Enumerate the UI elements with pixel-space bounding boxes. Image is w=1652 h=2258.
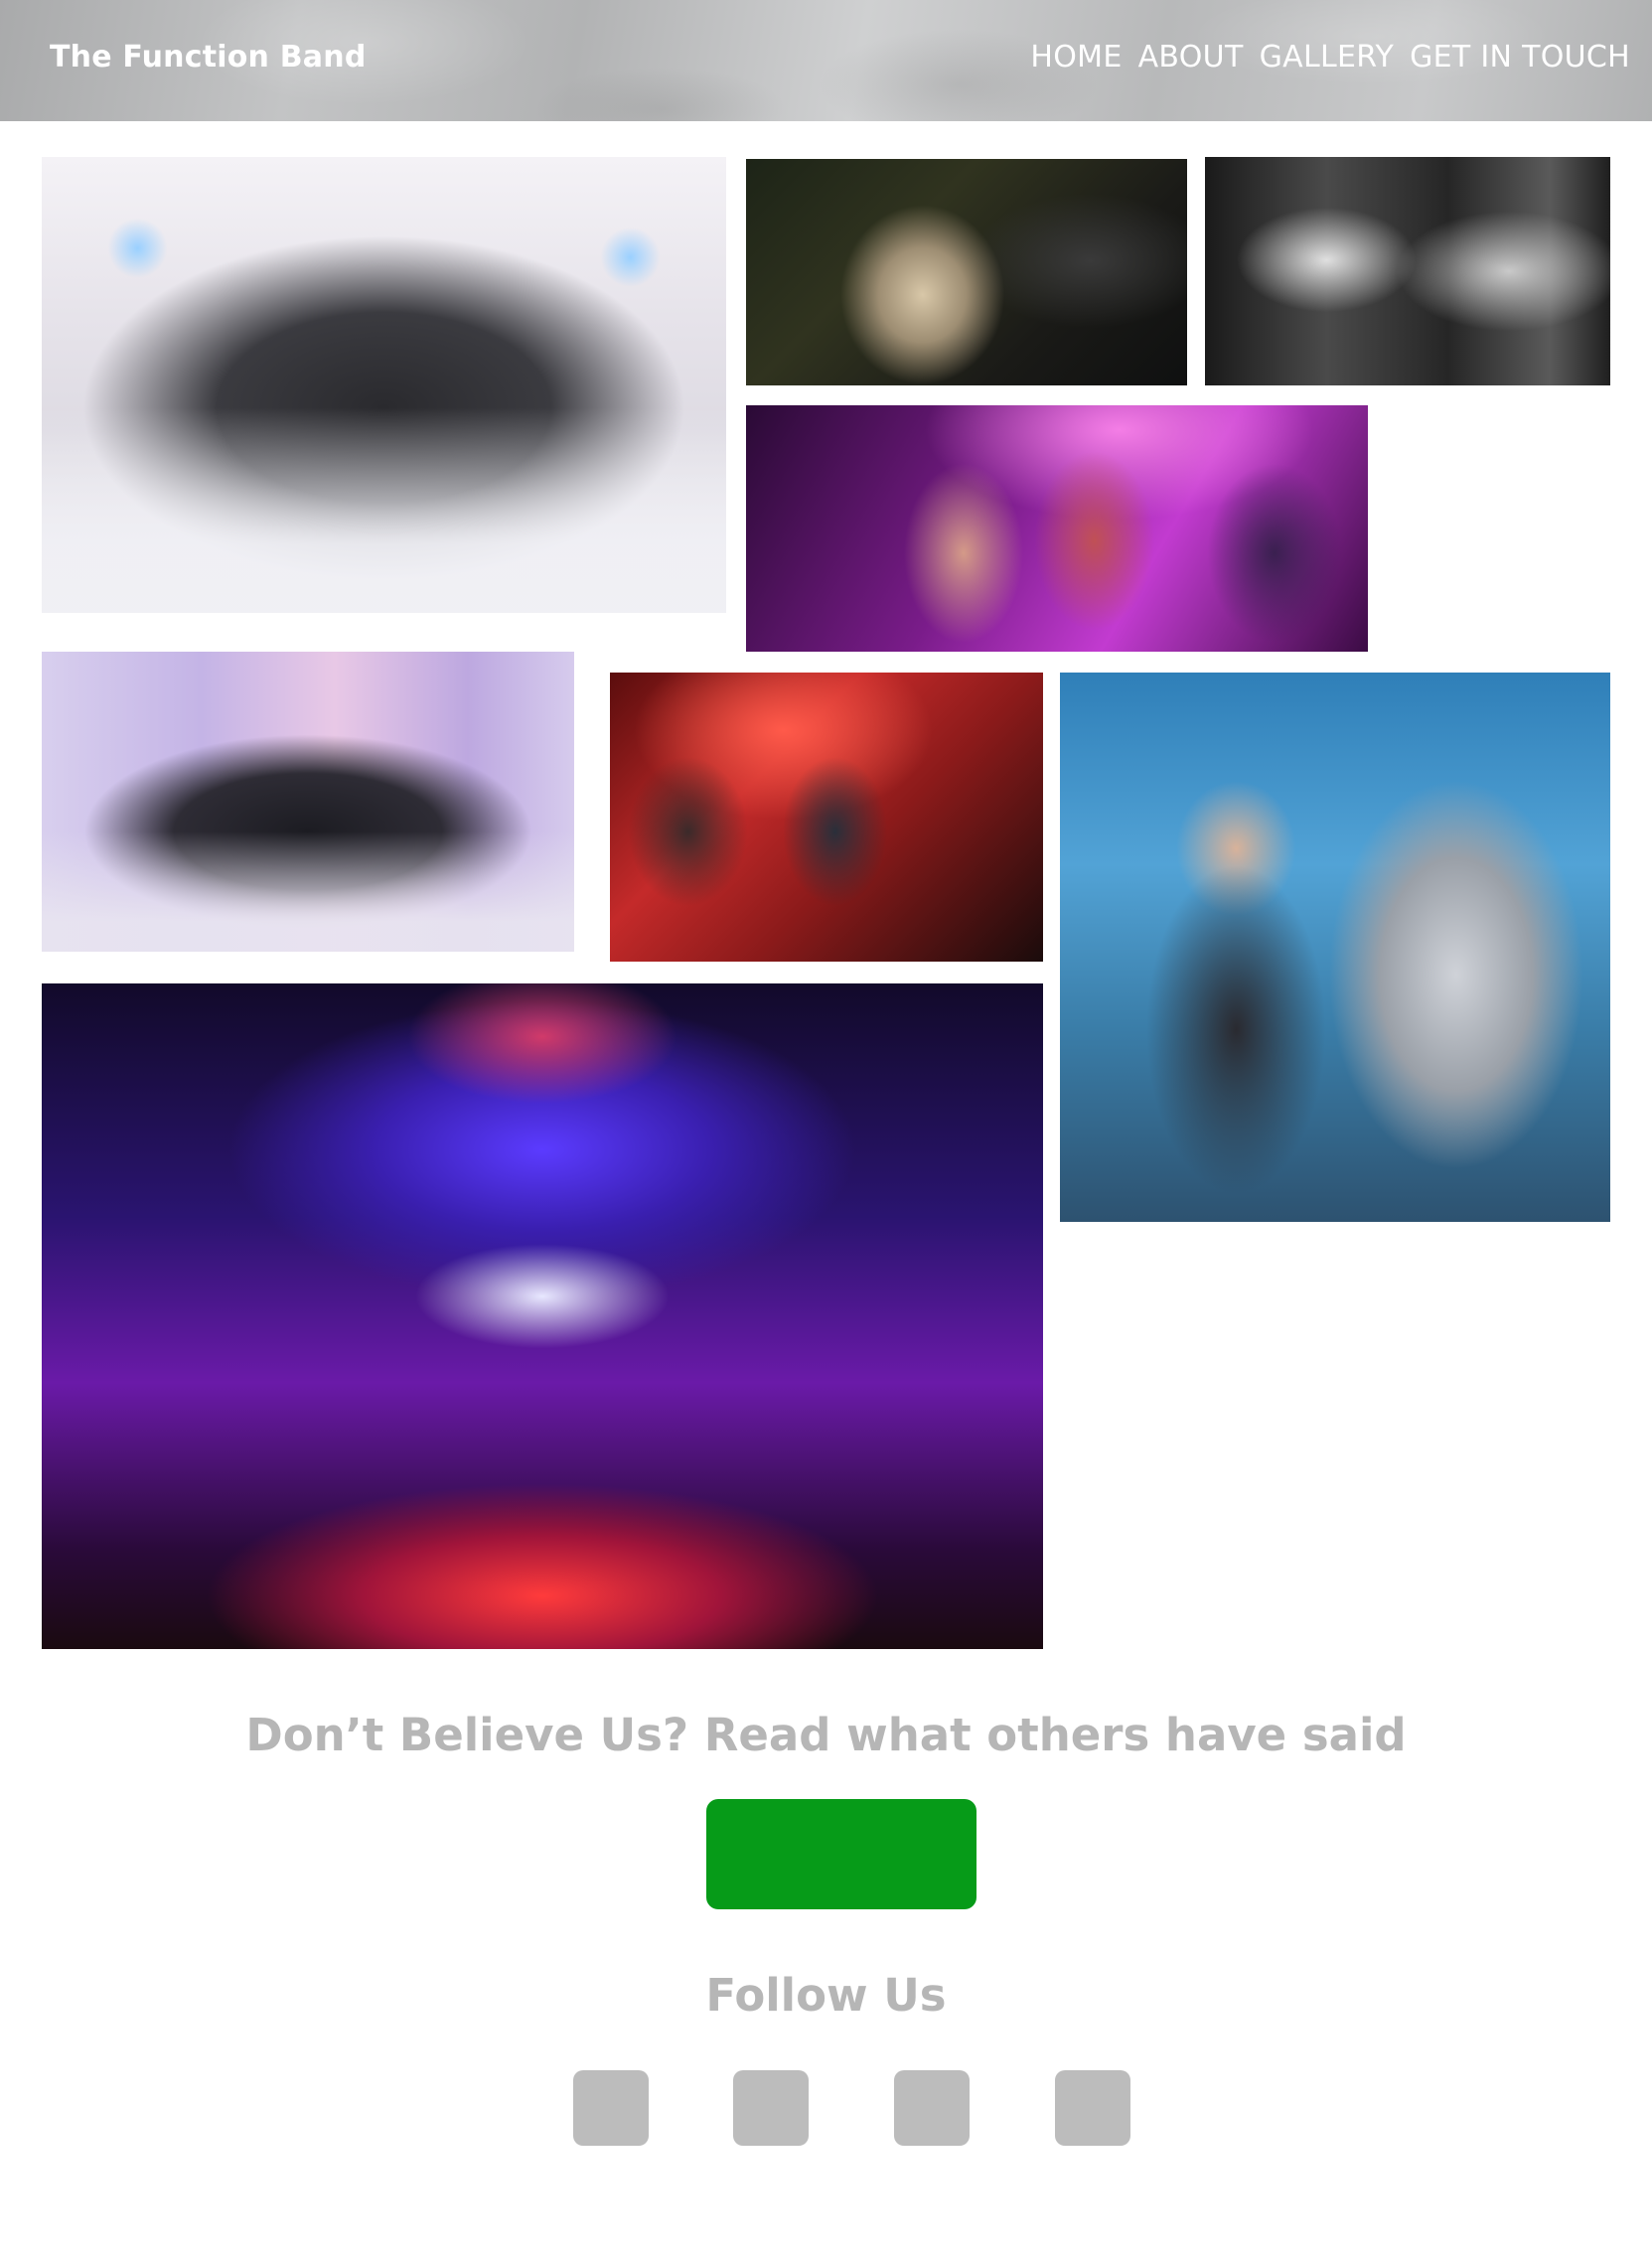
photo-trumpet-players[interactable]: [1205, 157, 1610, 385]
brand-logo-text[interactable]: The Function Band: [50, 40, 367, 75]
social-icon-2[interactable]: [733, 2070, 809, 2146]
follow-us-heading: Follow Us: [705, 1969, 947, 2022]
nav-gallery[interactable]: GALLERY: [1260, 40, 1395, 75]
social-icon-1[interactable]: [573, 2070, 649, 2146]
photo-trombone-red-stage[interactable]: [610, 673, 1043, 962]
nav-get-in-touch[interactable]: GET IN TOUCH: [1410, 40, 1630, 75]
social-icon-3[interactable]: [894, 2070, 970, 2146]
nav-home[interactable]: HOME: [1030, 40, 1122, 75]
photo-ballroom-party[interactable]: [42, 983, 1043, 1649]
photo-couple-dancing[interactable]: [746, 159, 1187, 385]
photo-band-white-marquee[interactable]: [42, 157, 726, 613]
photo-band-purple-stage[interactable]: [42, 652, 574, 952]
photo-guitarist-mirror-man[interactable]: [1060, 673, 1610, 1222]
photo-three-singers[interactable]: [746, 405, 1368, 652]
testimonials-heading: Don’t Believe Us? Read what others have …: [245, 1709, 1407, 1761]
read-reviews-button[interactable]: [706, 1799, 976, 1909]
nav-about[interactable]: ABOUT: [1138, 40, 1244, 75]
site-header: The Function Band HOME ABOUT GALLERY GET…: [0, 0, 1652, 121]
social-icon-4[interactable]: [1055, 2070, 1130, 2146]
main-nav: HOME ABOUT GALLERY GET IN TOUCH: [1030, 40, 1630, 75]
